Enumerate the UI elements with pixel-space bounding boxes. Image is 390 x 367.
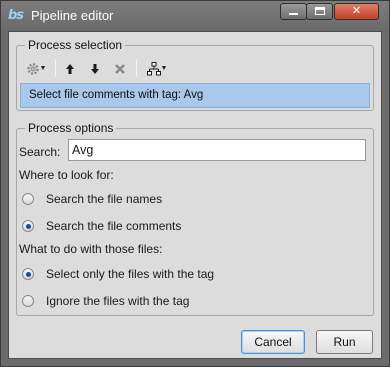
close-button[interactable]: ✕ <box>334 3 379 20</box>
close-icon: ✕ <box>351 5 362 17</box>
minimize-button[interactable] <box>280 3 307 20</box>
radio-search-file-names[interactable] <box>22 193 34 205</box>
app-logo-icon: bs <box>8 8 24 23</box>
tree-menu-button[interactable]: ▼ <box>142 59 172 77</box>
radio-label-ignore-files-with-tag[interactable]: Ignore the files with the tag <box>46 294 189 308</box>
chevron-down-icon: ▼ <box>39 64 47 72</box>
title-bar[interactable]: bs Pipeline editor ✕ <box>1 1 389 31</box>
chevron-down-icon: ▼ <box>160 64 168 72</box>
radio-ignore-files-with-tag[interactable] <box>22 295 34 307</box>
radio-select-files-with-tag[interactable] <box>22 268 34 280</box>
tree-icon <box>146 61 161 76</box>
minimize-icon <box>289 13 298 15</box>
delete-process-button[interactable] <box>111 59 129 77</box>
maximize-button[interactable] <box>306 3 333 20</box>
settings-menu-button[interactable]: ▼ <box>22 59 50 77</box>
process-list-item[interactable]: Select file comments with tag: Avg <box>20 83 370 108</box>
pipeline-editor-window: bs Pipeline editor ✕ Process selection ▼ <box>0 0 390 367</box>
toolbar-separator <box>55 59 56 77</box>
gear-icon <box>26 63 39 75</box>
x-icon <box>115 63 125 74</box>
search-input[interactable]: Avg <box>68 139 366 161</box>
process-selection-group: Process selection ▼ ▼ Select file commen… <box>16 38 374 111</box>
where-to-look-label: Where to look for: <box>19 168 114 182</box>
move-up-button[interactable] <box>61 59 79 77</box>
window-title: Pipeline editor <box>31 8 114 23</box>
run-button[interactable]: Run <box>316 330 373 354</box>
search-label: Search: <box>19 145 61 159</box>
maximize-icon <box>314 7 325 15</box>
toolbar-separator <box>136 59 137 77</box>
radio-label-search-file-names[interactable]: Search the file names <box>46 192 162 206</box>
what-to-do-label: What to do with those files: <box>19 242 163 256</box>
process-selection-title: Process selection <box>25 38 126 52</box>
radio-label-select-files-with-tag[interactable]: Select only the files with the tag <box>46 267 214 281</box>
arrow-up-icon <box>66 63 74 74</box>
arrow-down-icon <box>91 63 99 74</box>
cancel-button[interactable]: Cancel <box>241 330 305 354</box>
radio-search-file-comments[interactable] <box>22 220 34 232</box>
process-toolbar: ▼ ▼ <box>20 57 370 79</box>
move-down-button[interactable] <box>86 59 104 77</box>
dialog-body: Process selection ▼ ▼ Select file commen… <box>8 31 382 359</box>
radio-label-search-file-comments[interactable]: Search the file comments <box>46 219 181 233</box>
process-options-title: Process options <box>25 121 117 135</box>
